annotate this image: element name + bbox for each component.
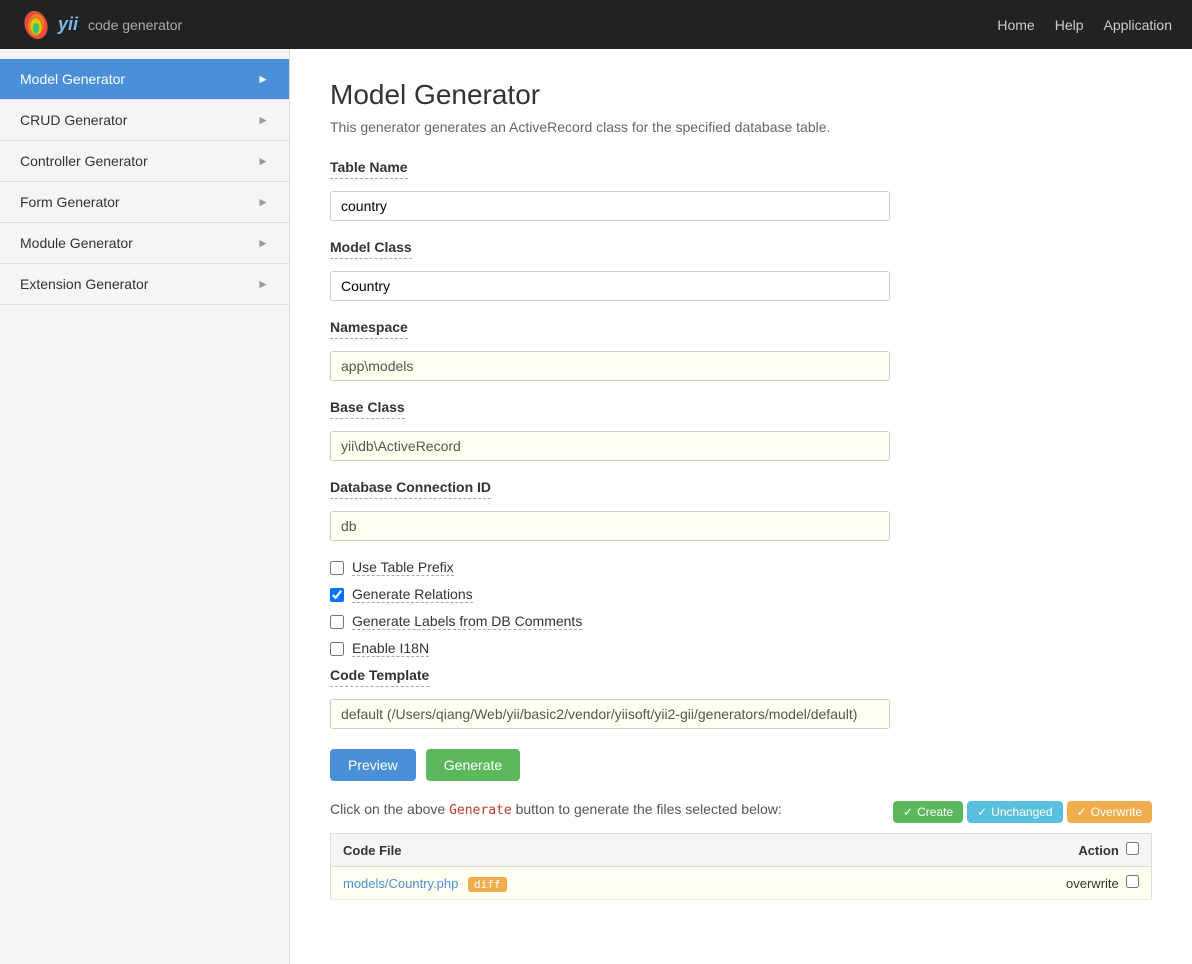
table-name-label: Table Name	[330, 159, 408, 179]
chevron-right-icon: ►	[257, 195, 269, 209]
sidebar-item-label: Controller Generator	[20, 153, 148, 169]
sidebar-item-form-generator[interactable]: Form Generator ►	[0, 182, 289, 223]
sidebar-item-extension-generator[interactable]: Extension Generator ►	[0, 264, 289, 305]
model-class-input[interactable]	[330, 271, 890, 301]
chevron-right-icon: ►	[257, 154, 269, 168]
files-table: Code File Action models/Country.php diff…	[330, 833, 1152, 900]
checkmark-icon: ✓	[903, 805, 913, 819]
sidebar: Model Generator ► CRUD Generator ► Contr…	[0, 49, 290, 964]
db-connection-label: Database Connection ID	[330, 479, 491, 499]
badge-overwrite: ✓ Overwrite	[1067, 801, 1152, 823]
preview-button[interactable]: Preview	[330, 749, 416, 781]
nav-application-link[interactable]: Application	[1104, 17, 1173, 33]
diff-badge[interactable]: diff	[468, 877, 507, 892]
sidebar-item-label: Model Generator	[20, 71, 125, 87]
badge-create: ✓ Create	[893, 801, 963, 823]
action-buttons: Preview Generate	[330, 749, 1152, 781]
sidebar-item-label: Extension Generator	[20, 276, 148, 292]
generate-message: Click on the above Generate button to ge…	[330, 801, 782, 817]
file-link[interactable]: models/Country.php	[343, 876, 458, 891]
file-cell: models/Country.php diff	[331, 867, 1032, 900]
generate-relations-checkbox[interactable]	[330, 588, 344, 602]
generate-labels-checkbox[interactable]	[330, 615, 344, 629]
generate-button[interactable]: Generate	[426, 749, 520, 781]
base-class-input[interactable]	[330, 431, 890, 461]
badge-unchanged: ✓ Unchanged	[967, 801, 1062, 823]
col-action: Action	[1032, 834, 1152, 867]
generate-code-text: Generate	[449, 803, 512, 818]
generate-relations-label[interactable]: Generate Relations	[352, 586, 473, 603]
generate-section: Click on the above Generate button to ge…	[330, 801, 1152, 823]
action-header-checkbox[interactable]	[1126, 842, 1139, 855]
chevron-right-icon: ►	[257, 236, 269, 250]
namespace-input[interactable]	[330, 351, 890, 381]
top-navigation: yii code generator Home Help Application	[0, 0, 1192, 49]
page-title: Model Generator	[330, 79, 1152, 111]
model-class-group: Model Class	[330, 239, 1152, 301]
sidebar-item-crud-generator[interactable]: CRUD Generator ►	[0, 100, 289, 141]
chevron-right-icon: ►	[257, 277, 269, 291]
nav-help-link[interactable]: Help	[1055, 17, 1084, 33]
use-table-prefix-label[interactable]: Use Table Prefix	[352, 559, 454, 576]
sidebar-item-label: Module Generator	[20, 235, 133, 251]
checkmark-icon: ✓	[977, 805, 987, 819]
namespace-label: Namespace	[330, 319, 408, 339]
namespace-group: Namespace	[330, 319, 1152, 381]
db-connection-group: Database Connection ID	[330, 479, 1152, 541]
use-table-prefix-group: Use Table Prefix	[330, 559, 1152, 576]
logo-subtitle: code generator	[88, 17, 182, 33]
enable-i18n-label[interactable]: Enable I18N	[352, 640, 429, 657]
sidebar-item-label: Form Generator	[20, 194, 120, 210]
checkmark-icon: ✓	[1077, 805, 1087, 819]
code-template-input[interactable]	[330, 699, 890, 729]
nav-links: Home Help Application	[997, 17, 1172, 33]
action-row-checkbox[interactable]	[1126, 875, 1139, 888]
generate-labels-label[interactable]: Generate Labels from DB Comments	[352, 613, 582, 630]
model-class-label: Model Class	[330, 239, 412, 259]
action-cell: overwrite	[1032, 867, 1152, 900]
sidebar-item-controller-generator[interactable]: Controller Generator ►	[0, 141, 289, 182]
logo: yii code generator	[20, 9, 182, 41]
table-name-input[interactable]	[330, 191, 890, 221]
main-content: Model Generator This generator generates…	[290, 49, 1192, 964]
use-table-prefix-checkbox[interactable]	[330, 561, 344, 575]
action-text: overwrite	[1066, 876, 1119, 891]
col-codefile: Code File	[331, 834, 1032, 867]
generate-relations-group: Generate Relations	[330, 586, 1152, 603]
logo-icon	[20, 9, 52, 41]
code-template-label: Code Template	[330, 667, 429, 687]
sidebar-item-module-generator[interactable]: Module Generator ►	[0, 223, 289, 264]
table-name-group: Table Name	[330, 159, 1152, 221]
chevron-right-icon: ►	[257, 113, 269, 127]
db-connection-input[interactable]	[330, 511, 890, 541]
sidebar-item-model-generator[interactable]: Model Generator ►	[0, 59, 289, 100]
sidebar-item-label: CRUD Generator	[20, 112, 127, 128]
enable-i18n-checkbox[interactable]	[330, 642, 344, 656]
table-row: models/Country.php diff overwrite	[331, 867, 1152, 900]
generate-labels-group: Generate Labels from DB Comments	[330, 613, 1152, 630]
logo-yii-text: yii	[58, 14, 78, 35]
legend-badges: ✓ Create ✓ Unchanged ✓ Overwrite	[893, 801, 1152, 823]
main-layout: Model Generator ► CRUD Generator ► Contr…	[0, 49, 1192, 964]
chevron-right-icon: ►	[257, 72, 269, 86]
nav-home-link[interactable]: Home	[997, 17, 1034, 33]
base-class-label: Base Class	[330, 399, 405, 419]
base-class-group: Base Class	[330, 399, 1152, 461]
enable-i18n-group: Enable I18N	[330, 640, 1152, 657]
page-description: This generator generates an ActiveRecord…	[330, 119, 1152, 135]
code-template-group: Code Template	[330, 667, 1152, 729]
